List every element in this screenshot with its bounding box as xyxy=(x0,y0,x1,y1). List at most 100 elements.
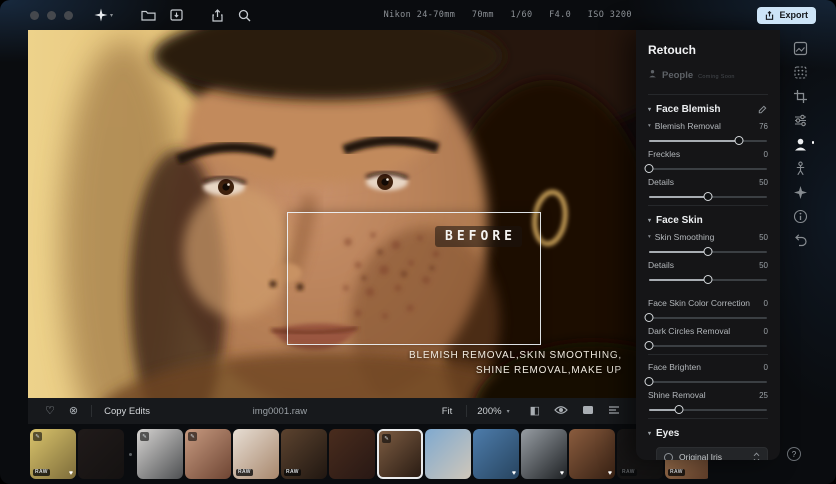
share-button[interactable] xyxy=(204,4,231,26)
import-button[interactable] xyxy=(163,4,190,26)
slider-track[interactable] xyxy=(644,313,767,322)
raw-badge: RAW xyxy=(33,468,50,476)
undo-icon[interactable] xyxy=(788,228,812,252)
slider-freckles: Freckles 0 xyxy=(644,149,768,173)
expand-icon[interactable]: ▾ xyxy=(648,123,651,129)
active-dot xyxy=(811,141,814,144)
slider-knob[interactable] xyxy=(644,377,654,386)
slider-track[interactable] xyxy=(644,341,767,350)
slider-value: 50 xyxy=(759,232,768,242)
body-icon[interactable] xyxy=(788,156,812,180)
eraser-icon[interactable] xyxy=(757,104,768,115)
info-icon[interactable] xyxy=(788,204,812,228)
section-divider xyxy=(648,418,768,419)
slider-knob[interactable] xyxy=(703,275,713,284)
adjustments-icon[interactable] xyxy=(788,108,812,132)
search-zoom-button[interactable] xyxy=(231,4,258,26)
people-section[interactable]: People Coming Soon xyxy=(648,67,768,87)
thumbnail[interactable]: ✎ xyxy=(185,429,231,479)
thumbnail[interactable]: RAW xyxy=(281,429,327,479)
thumbnail[interactable]: ✎ xyxy=(137,429,183,479)
section-header-eyes[interactable]: ▾ Eyes xyxy=(648,428,768,439)
ai-tools-button[interactable]: ▾ xyxy=(87,4,120,26)
section-header-face-blemish[interactable]: ▾ Face Blemish xyxy=(648,104,768,115)
slider-label-row: Details 50 xyxy=(648,177,768,187)
slider-label: Shine Removal xyxy=(648,390,706,400)
slider-knob[interactable] xyxy=(674,405,683,414)
iris-style-dropdown[interactable]: Original Iris xyxy=(656,447,768,460)
favorite-button[interactable]: ♡ xyxy=(38,405,62,417)
presets-icon[interactable] xyxy=(788,36,812,60)
slider-knob[interactable] xyxy=(703,192,713,201)
slider-value: 0 xyxy=(763,298,768,308)
catalog-button[interactable] xyxy=(134,4,163,26)
copy-edits-button[interactable]: Copy Edits xyxy=(98,406,156,417)
expand-icon[interactable]: ▾ xyxy=(648,234,651,240)
slider-label: Dark Circles Removal xyxy=(648,326,731,336)
export-button[interactable]: Export xyxy=(757,6,816,24)
slider-face-brighten: Face Brighten 0 xyxy=(644,362,768,386)
eye-icon xyxy=(554,405,568,414)
thumbnail[interactable] xyxy=(425,429,471,479)
edited-badge: ✎ xyxy=(382,434,391,443)
ai-enhance-icon[interactable] xyxy=(788,60,812,84)
preview-toggle-button[interactable] xyxy=(548,405,574,418)
slider-track[interactable] xyxy=(649,192,767,201)
slider-label-row: Details 50 xyxy=(648,260,768,270)
window-zoom-button[interactable] xyxy=(64,10,73,20)
window-close-button[interactable] xyxy=(30,10,39,20)
portrait-icon[interactable] xyxy=(788,132,814,156)
window-minimize-button[interactable] xyxy=(47,10,56,20)
slider-knob[interactable] xyxy=(734,136,744,145)
slider-value: 0 xyxy=(763,326,768,336)
slider-label-row: Freckles 0 xyxy=(648,149,768,159)
show-original-button[interactable] xyxy=(576,405,600,418)
window-controls[interactable] xyxy=(30,10,73,20)
thumbnail[interactable]: ♥ xyxy=(569,429,615,479)
group-divider xyxy=(648,354,768,355)
split-view-icon: ◧ xyxy=(529,404,540,417)
collapse-icon: ▾ xyxy=(648,107,652,113)
slider-track[interactable] xyxy=(644,377,767,386)
magic-icon[interactable] xyxy=(788,180,812,204)
slider-knob[interactable] xyxy=(644,313,654,322)
section-header-face-skin[interactable]: ▾ Face Skin xyxy=(648,215,768,226)
filmstrip-toggle-button[interactable] xyxy=(602,405,626,418)
slider-shine-removal: Shine Removal 25 xyxy=(648,390,768,414)
zoom-level-dropdown[interactable]: 200% ▾ xyxy=(473,406,513,417)
slider-knob[interactable] xyxy=(703,247,713,256)
camera-exif-info: Nikon 24-70mm 70mm 1/60 F4.0 ISO 3200 xyxy=(383,10,632,20)
thumbnail[interactable]: RAW xyxy=(233,429,279,479)
slider-label-row: ▾ Blemish Removal 76 xyxy=(648,121,768,131)
slider-knob[interactable] xyxy=(644,164,654,173)
edited-badge: ✎ xyxy=(188,432,197,441)
chevron-down-icon: ▾ xyxy=(110,12,114,19)
person-icon xyxy=(649,70,656,78)
help-button[interactable]: ? xyxy=(787,447,801,461)
sparkle-icon xyxy=(94,8,108,22)
bottom-toolbar: ♡ ⊗ Copy Edits img0001.raw Fit 200% ▾ ◧ xyxy=(28,398,636,424)
reject-button[interactable]: ⊗ xyxy=(62,405,85,417)
slider-track[interactable] xyxy=(649,405,767,414)
retouch-panel: Retouch People Coming Soon ▾ Face Blemish… xyxy=(636,30,780,460)
slider-track[interactable] xyxy=(649,136,767,145)
thumbnail[interactable]: ✎ RAW ♥ xyxy=(30,429,76,479)
fit-button[interactable]: Fit xyxy=(434,406,461,417)
crop-icon[interactable] xyxy=(788,84,812,108)
photo-canvas[interactable]: BEFORE BLEMISH REMOVAL,SKIN SMOOTHING, S… xyxy=(28,30,636,398)
slider-track[interactable] xyxy=(649,275,767,284)
slider-track[interactable] xyxy=(649,247,767,256)
thumbnail[interactable]: ♥ xyxy=(521,429,567,479)
slider-fill xyxy=(649,196,708,198)
slider-fill xyxy=(649,140,739,142)
caption-line-1: BLEMISH REMOVAL,SKIN SMOOTHING, xyxy=(409,350,622,361)
slider-knob[interactable] xyxy=(644,341,654,350)
compare-view-button[interactable]: ◧ xyxy=(524,404,546,417)
thumbnail[interactable] xyxy=(78,429,124,479)
thumbnail[interactable]: ♥ xyxy=(473,429,519,479)
thumbnail[interactable] xyxy=(329,429,375,479)
zoom-level-value: 200% xyxy=(477,405,502,417)
panel-title: Retouch xyxy=(648,43,696,57)
slider-track[interactable] xyxy=(644,164,767,173)
thumbnail[interactable]: ✎ xyxy=(377,429,423,479)
